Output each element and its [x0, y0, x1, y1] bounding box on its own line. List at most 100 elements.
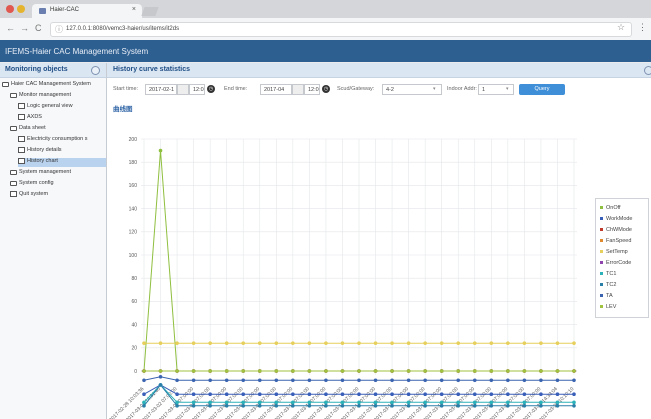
- data-point: [291, 400, 295, 405]
- browser-menu-icon[interactable]: ⋮: [638, 22, 647, 33]
- data-point: [456, 392, 461, 397]
- sidebar-item[interactable]: Electricity consumption s: [18, 136, 106, 145]
- data-point: [423, 341, 427, 345]
- data-point: [191, 400, 196, 405]
- new-tab-button[interactable]: [141, 7, 159, 16]
- data-point: [456, 404, 461, 408]
- data-point: [307, 404, 312, 408]
- data-point: [191, 369, 196, 373]
- data-point: [291, 341, 295, 345]
- data-point: [241, 369, 246, 373]
- data-point: [191, 392, 196, 397]
- data-point: [274, 369, 279, 373]
- legend-item[interactable]: TA: [600, 293, 613, 302]
- data-point: [340, 392, 345, 397]
- tab-close-icon[interactable]: ×: [132, 6, 136, 13]
- data-point: [423, 400, 427, 405]
- sidebar-item[interactable]: System config: [10, 180, 106, 189]
- legend-swatch: [600, 217, 603, 221]
- data-point: [191, 404, 196, 408]
- sidebar-item[interactable]: Data sheet: [10, 125, 106, 134]
- legend-item[interactable]: WorkMode: [600, 216, 633, 225]
- window-minimize-icon[interactable]: [17, 5, 25, 13]
- data-point: [472, 404, 477, 408]
- data-point: [373, 341, 378, 345]
- sidebar-item-label: Logic general view: [27, 103, 73, 109]
- data-point: [340, 369, 345, 373]
- legend-item[interactable]: TC2: [600, 282, 616, 291]
- sidebar-item[interactable]: Logic general view: [18, 103, 106, 112]
- data-point: [406, 378, 411, 383]
- data-point: [555, 400, 560, 405]
- data-point: [489, 400, 494, 405]
- sidebar-item-label: History chart: [27, 158, 58, 164]
- legend-item[interactable]: ChWMode: [600, 227, 632, 236]
- legend-item[interactable]: TC1: [600, 271, 616, 280]
- reload-icon[interactable]: C: [35, 23, 42, 33]
- data-point: [158, 148, 163, 153]
- data-point: [522, 378, 527, 383]
- y-tick-label: 40: [131, 322, 137, 328]
- data-point: [307, 400, 312, 405]
- data-point: [257, 404, 262, 408]
- tab-favicon-icon: [39, 8, 46, 14]
- data-point: [406, 369, 411, 373]
- legend-label: ErrorCode: [606, 260, 632, 266]
- data-point: [291, 404, 295, 408]
- sidebar-item[interactable]: History details: [18, 147, 106, 156]
- data-point: [158, 375, 163, 379]
- y-tick-label: 60: [131, 299, 137, 305]
- y-tick-label: 160: [129, 183, 138, 189]
- data-point: [324, 400, 328, 405]
- url-field[interactable]: ⓘ 127.0.0.1:8080/vemc3-haier/us/items/it…: [50, 22, 632, 37]
- y-tick-label: 140: [129, 206, 138, 212]
- data-point: [472, 369, 477, 373]
- legend-item[interactable]: ErrorCode: [600, 260, 631, 269]
- data-point: [357, 404, 361, 408]
- collapse-icon[interactable]: [91, 66, 100, 75]
- sidebar-item-label: Electricity consumption s: [27, 136, 88, 142]
- data-point: [208, 378, 212, 383]
- data-point: [555, 404, 560, 408]
- sidebar-item[interactable]: Monitor management: [10, 92, 106, 101]
- back-icon[interactable]: ←: [6, 23, 15, 33]
- sidebar-item[interactable]: Haier CAC Management System: [2, 81, 106, 90]
- data-point: [142, 378, 146, 383]
- data-point: [324, 404, 328, 408]
- data-point: [291, 378, 295, 383]
- data-point: [572, 341, 576, 345]
- data-point: [224, 369, 229, 373]
- browser-tab[interactable]: Haier-CAC ×: [32, 4, 142, 18]
- legend-item[interactable]: FanSpeed: [600, 238, 631, 247]
- page-icon: [18, 114, 25, 120]
- forward-icon[interactable]: →: [20, 23, 29, 33]
- data-point: [307, 341, 312, 345]
- sidebar-item[interactable]: Quit system: [10, 191, 106, 200]
- data-point: [340, 341, 345, 345]
- legend-item[interactable]: LEV: [600, 304, 616, 313]
- data-point: [357, 369, 361, 373]
- data-point: [208, 404, 212, 408]
- browser-titlebar: Haier-CAC ×: [0, 0, 651, 18]
- window-close-icon[interactable]: [6, 5, 14, 13]
- sidebar-item-label: History details: [27, 147, 62, 153]
- legend-item[interactable]: OnOff: [600, 205, 621, 214]
- sidebar-item-label: Haier CAC Management System: [11, 81, 91, 87]
- data-point: [142, 392, 146, 397]
- data-point: [439, 369, 444, 373]
- data-point: [539, 400, 543, 405]
- address-bar-row: ← → C ⓘ 127.0.0.1:8080/vemc3-haier/us/it…: [0, 18, 651, 41]
- data-point: [506, 369, 510, 373]
- site-info-icon[interactable]: ⓘ: [55, 24, 63, 35]
- main-panel: History curve statistics Start time: 201…: [107, 63, 651, 419]
- sidebar-item[interactable]: AXDS: [18, 114, 106, 123]
- sidebar-item[interactable]: History chart: [18, 158, 106, 167]
- legend-item[interactable]: SetTemp: [600, 249, 628, 258]
- data-point: [158, 341, 163, 345]
- sidebar-item[interactable]: System management: [10, 169, 106, 178]
- data-point: [142, 341, 146, 345]
- data-point: [439, 341, 444, 345]
- bookmark-star-icon[interactable]: ☆: [617, 22, 625, 33]
- data-point: [324, 341, 328, 345]
- legend-label: ChWMode: [606, 227, 632, 233]
